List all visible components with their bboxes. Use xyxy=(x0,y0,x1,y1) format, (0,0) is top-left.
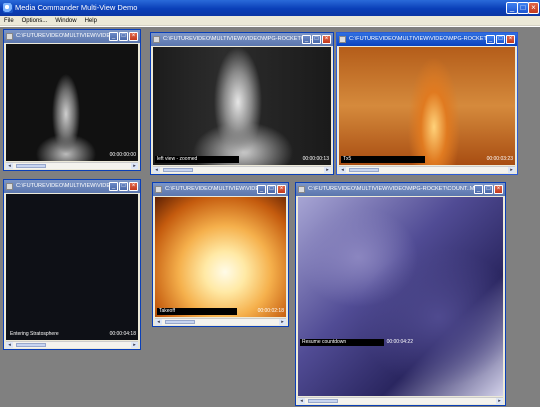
video-window-2[interactable]: C:\FUTUREVIDEO\MULTIVIEW\VIDEO\MPG-ROCKE… xyxy=(150,32,334,175)
menu-options[interactable]: Options... xyxy=(20,16,50,26)
maximize-icon[interactable]: □ xyxy=(496,35,505,44)
scroll-left-icon[interactable]: ◂ xyxy=(339,167,346,173)
timecode: 00:00:04:22 xyxy=(386,339,413,345)
video-frame xyxy=(298,197,503,396)
close-icon[interactable]: × xyxy=(129,32,138,41)
maximize-icon[interactable]: □ xyxy=(119,32,128,41)
video-window-3[interactable]: C:\FUTUREVIDEO\MULTIVIEW\VIDEO\MPG-ROCKE… xyxy=(336,32,518,175)
window-icon xyxy=(6,33,13,40)
video-window-title: C:\FUTUREVIDEO\MULTIVIEW\VIDE... xyxy=(165,186,264,192)
app-title: Media Commander Multi-View Demo xyxy=(15,3,138,12)
window-icon xyxy=(155,186,162,193)
minimize-icon[interactable]: _ xyxy=(109,32,118,41)
video-window-title: C:\FUTUREVIDEO\MULTIVIEW\VIDEO\MPG-ROCKE… xyxy=(349,36,498,42)
scroll-right-icon[interactable]: ▸ xyxy=(496,398,503,404)
timecode: 00:00:03:23 xyxy=(486,156,513,162)
close-icon[interactable]: × xyxy=(322,35,331,44)
video-frame xyxy=(155,197,286,317)
video-window-title: C:\FUTUREVIDEO\MULTIVIEW\VIDEO\MPG-ROCKE… xyxy=(308,186,483,192)
video-window-4[interactable]: C:\FUTUREVIDEO\MULTIVIEW\VIDE... _ □ × E… xyxy=(3,179,141,350)
timecode: 00:00:04:18 xyxy=(109,331,136,337)
minimize-icon[interactable]: _ xyxy=(474,185,483,194)
scroll-right-icon[interactable]: ▸ xyxy=(131,342,138,348)
close-button[interactable]: × xyxy=(528,2,539,14)
minimize-icon[interactable]: _ xyxy=(486,35,495,44)
timecode: 00:00:02:18 xyxy=(257,308,284,314)
video-frame xyxy=(153,47,331,165)
scroll-left-icon[interactable]: ◂ xyxy=(298,398,305,404)
window-icon xyxy=(298,186,305,193)
scroll-left-icon[interactable]: ◂ xyxy=(6,342,13,348)
video-window-title: C:\FUTUREVIDEO\MULTIVIEW\VIDE... xyxy=(16,183,115,189)
video-frame xyxy=(6,44,138,161)
horizontal-scrollbar[interactable]: ◂ ▸ xyxy=(6,162,138,169)
scroll-left-icon[interactable]: ◂ xyxy=(6,163,13,169)
horizontal-scrollbar[interactable]: ◂ ▸ xyxy=(6,341,138,348)
scroll-right-icon[interactable]: ▸ xyxy=(279,319,286,325)
scrollbar-thumb[interactable] xyxy=(163,168,193,172)
scrollbar-thumb[interactable] xyxy=(16,343,46,347)
maximize-icon[interactable]: □ xyxy=(312,35,321,44)
close-icon[interactable]: × xyxy=(277,185,286,194)
menu-help[interactable]: Help xyxy=(83,16,99,26)
menu-bar: File Options... Window Help xyxy=(0,16,540,26)
app-title-bar: Media Commander Multi-View Demo _ □ × xyxy=(0,0,540,16)
window-icon xyxy=(153,36,160,43)
minimize-icon[interactable]: _ xyxy=(302,35,311,44)
scrollbar-thumb[interactable] xyxy=(16,164,46,168)
video-window-title: C:\FUTUREVIDEO\MULTIVIEW\VIDE... xyxy=(16,33,115,39)
window-icon xyxy=(339,36,346,43)
close-icon[interactable]: × xyxy=(494,185,503,194)
horizontal-scrollbar[interactable]: ◂ ▸ xyxy=(339,166,515,173)
video-window-1[interactable]: C:\FUTUREVIDEO\MULTIVIEW\VIDE... _ □ × 0… xyxy=(3,29,141,171)
video-caption: Takeoff xyxy=(157,308,237,315)
minimize-icon[interactable]: _ xyxy=(109,182,118,191)
horizontal-scrollbar[interactable]: ◂ ▸ xyxy=(298,397,503,404)
video-window-5[interactable]: C:\FUTUREVIDEO\MULTIVIEW\VIDE... _ □ × T… xyxy=(152,182,289,327)
timecode: 00:00:00:13 xyxy=(302,156,329,162)
horizontal-scrollbar[interactable]: ◂ ▸ xyxy=(155,318,286,325)
maximize-icon[interactable]: □ xyxy=(267,185,276,194)
horizontal-scrollbar[interactable]: ◂ ▸ xyxy=(153,166,331,173)
menu-file[interactable]: File xyxy=(2,16,16,26)
scrollbar-thumb[interactable] xyxy=(165,320,195,324)
close-icon[interactable]: × xyxy=(506,35,515,44)
video-caption: left view - zoomed xyxy=(155,156,239,163)
maximize-icon[interactable]: □ xyxy=(484,185,493,194)
scroll-right-icon[interactable]: ▸ xyxy=(131,163,138,169)
mdi-workspace: C:\FUTUREVIDEO\MULTIVIEW\VIDE... _ □ × 0… xyxy=(0,27,540,407)
close-icon[interactable]: × xyxy=(129,182,138,191)
minimize-icon[interactable]: _ xyxy=(257,185,266,194)
video-caption: Resume countdown xyxy=(300,339,384,346)
timecode: 00:00:00:00 xyxy=(109,152,136,158)
video-frame xyxy=(6,194,138,340)
scroll-right-icon[interactable]: ▸ xyxy=(508,167,515,173)
scroll-right-icon[interactable]: ▸ xyxy=(324,167,331,173)
video-caption: Tx5 xyxy=(341,156,425,163)
menu-window[interactable]: Window xyxy=(53,16,78,26)
video-window-6[interactable]: C:\FUTUREVIDEO\MULTIVIEW\VIDEO\MPG-ROCKE… xyxy=(295,182,506,406)
video-window-title: C:\FUTUREVIDEO\MULTIVIEW\VIDEO\MPG-ROCKE… xyxy=(163,36,314,42)
app-icon xyxy=(3,3,13,13)
scroll-left-icon[interactable]: ◂ xyxy=(153,167,160,173)
video-caption: Entering Stratosphere xyxy=(10,331,59,337)
scrollbar-thumb[interactable] xyxy=(349,168,379,172)
scroll-left-icon[interactable]: ◂ xyxy=(155,319,162,325)
window-icon xyxy=(6,183,13,190)
scrollbar-thumb[interactable] xyxy=(308,399,338,403)
maximize-icon[interactable]: □ xyxy=(119,182,128,191)
video-frame xyxy=(339,47,515,165)
